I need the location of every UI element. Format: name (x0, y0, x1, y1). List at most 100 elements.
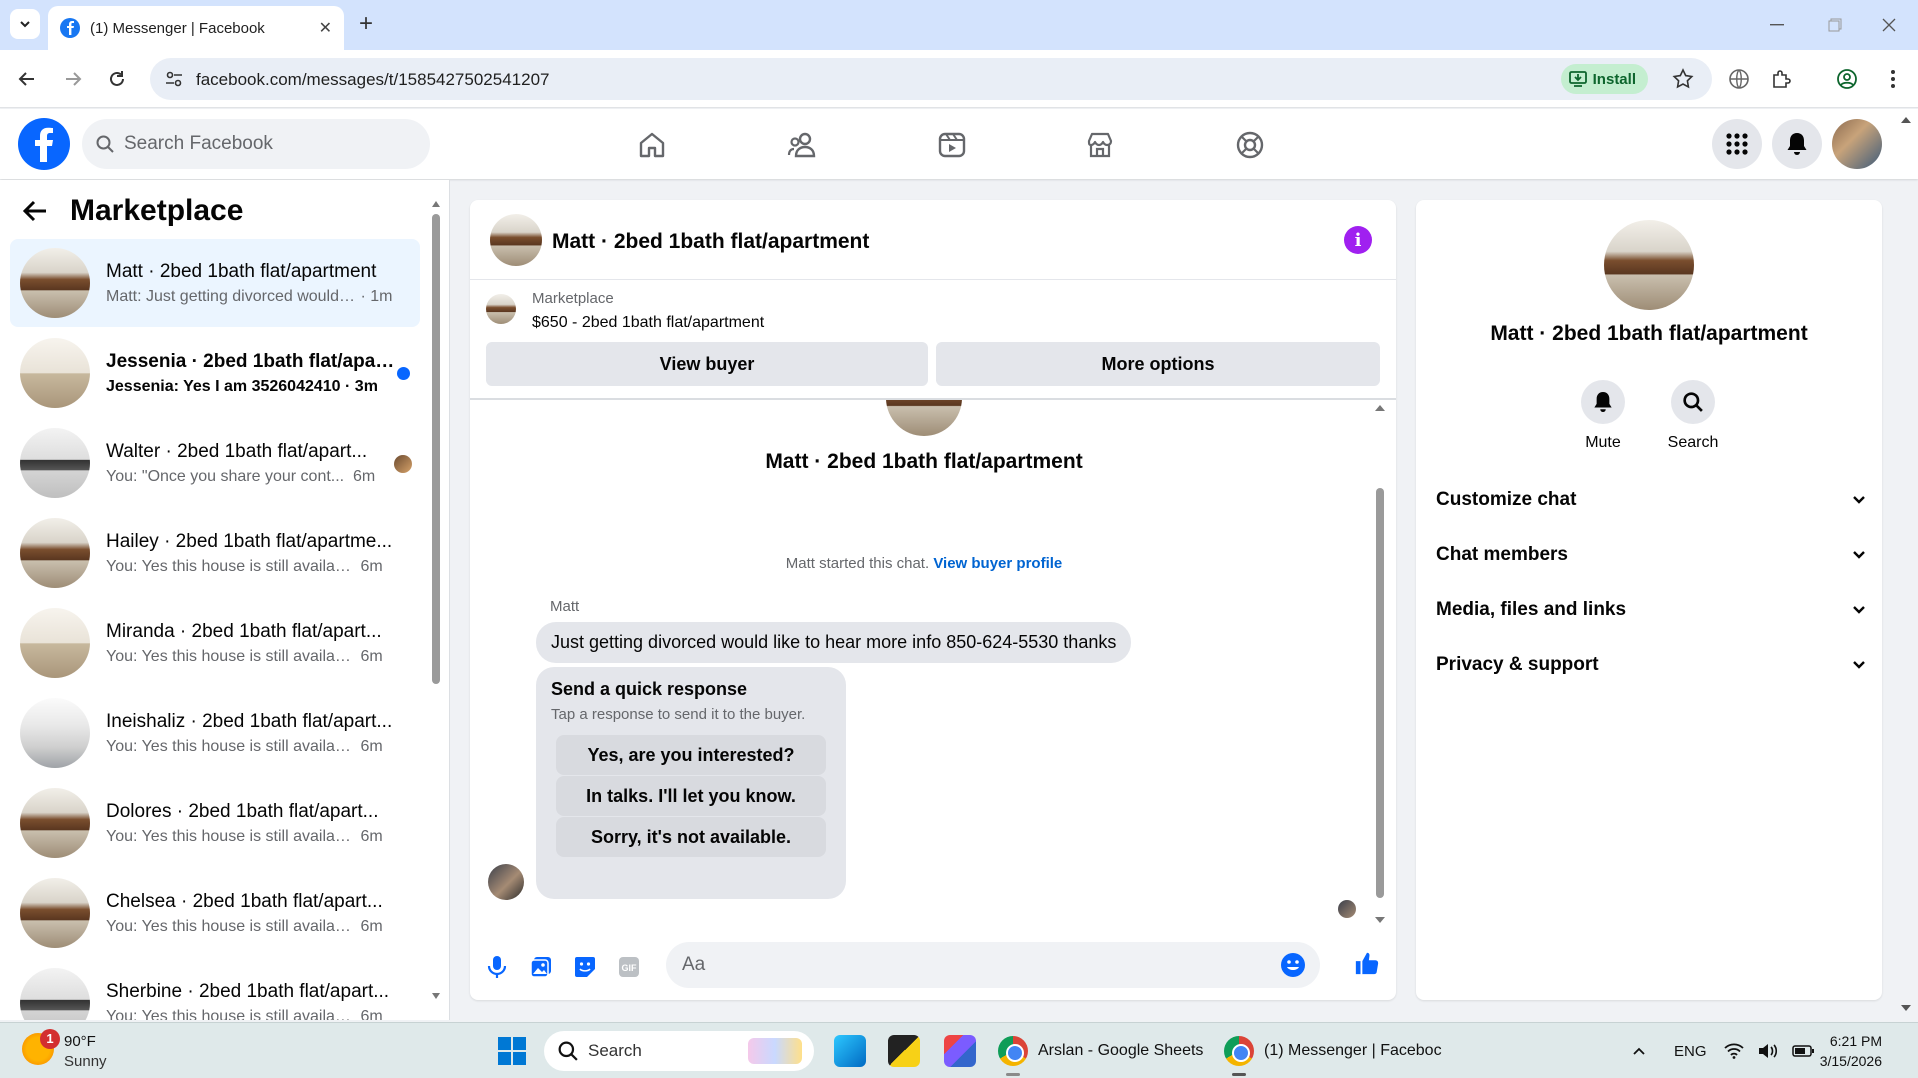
quick-response-interested[interactable]: Yes, are you interested? (556, 735, 826, 775)
chat-scrollbar[interactable] (1374, 404, 1386, 924)
conversation-item-sherbine[interactable]: Sherbine · 2bed 1bath flat/apart... You:… (10, 959, 420, 1020)
section-media-files-links[interactable]: Media, files and links (1436, 590, 1866, 630)
browser-tab[interactable]: (1) Messenger | Facebook ✕ (48, 6, 344, 50)
sidebar-scroll-thumb[interactable] (432, 214, 440, 684)
section-privacy-support[interactable]: Privacy & support (1436, 645, 1866, 685)
new-tab-button[interactable]: + (352, 10, 380, 38)
conversation-name: Ineishaliz · 2bed 1bath flat/apart... (106, 710, 393, 732)
account-avatar[interactable] (1832, 119, 1882, 169)
taskbar-app-notes[interactable] (888, 1035, 920, 1067)
menu-button[interactable] (1712, 119, 1762, 169)
start-button[interactable] (498, 1037, 526, 1065)
view-buyer-button[interactable]: View buyer (486, 342, 928, 386)
page-scroll-down-icon[interactable] (1900, 1004, 1912, 1012)
language-indicator[interactable]: ENG (1674, 1023, 1707, 1078)
friends-icon (787, 132, 816, 158)
conversation-item-ineishaliz[interactable]: Ineishaliz · 2bed 1bath flat/apart... Yo… (10, 689, 420, 777)
info-name: Matt · 2bed 1bath flat/apartment (1490, 322, 1808, 345)
more-options-button[interactable]: More options (936, 342, 1380, 386)
tab-close-icon[interactable]: ✕ (319, 18, 332, 38)
conversation-item-jessenia[interactable]: Jessenia · 2bed 1bath flat/apar... Jesse… (10, 329, 420, 417)
quick-response-not-available[interactable]: Sorry, it's not available. (556, 817, 826, 857)
chat-title[interactable]: Matt · 2bed 1bath flat/apartment (552, 230, 869, 254)
chat-panel: Matt · 2bed 1bath flat/apartment i Marke… (470, 200, 1396, 1000)
reload-icon (110, 71, 124, 86)
voice-clip-button[interactable] (484, 954, 510, 980)
restore-button[interactable] (1806, 0, 1864, 50)
quick-response-in-talks[interactable]: In talks. I'll let you know. (556, 776, 826, 816)
chat-avatar[interactable] (490, 214, 542, 266)
restore-icon (1828, 18, 1842, 32)
sticker-button[interactable] (572, 954, 598, 980)
sidebar-scrollbar[interactable] (431, 200, 441, 1000)
conversation-item-dolores[interactable]: Dolores · 2bed 1bath flat/apart... You: … (10, 779, 420, 867)
emoji-icon[interactable] (1280, 952, 1306, 978)
profile-button[interactable] (1834, 66, 1860, 92)
facebook-search-input[interactable]: Search Facebook (82, 119, 430, 169)
mute-button[interactable]: Mute (1558, 380, 1648, 452)
conversation-item-miranda[interactable]: Miranda · 2bed 1bath flat/apart... You: … (10, 599, 420, 687)
reload-button[interactable] (102, 64, 132, 94)
nav-home[interactable] (630, 123, 674, 167)
back-arrow-icon[interactable] (22, 200, 48, 222)
nav-gaming[interactable] (1228, 123, 1272, 167)
conversation-item-chelsea[interactable]: Chelsea · 2bed 1bath flat/apart... You: … (10, 869, 420, 957)
bookmark-star-icon[interactable] (1672, 68, 1694, 90)
listing-price-title[interactable]: $650 - 2bed 1bath flat/apartment (532, 314, 764, 332)
tab-search-button[interactable] (10, 9, 40, 39)
taskbar-app-snipping-tool[interactable] (944, 1035, 976, 1067)
address-bar[interactable]: facebook.com/messages/t/1585427502541207… (150, 58, 1712, 100)
send-like-button[interactable] (1354, 950, 1380, 976)
scroll-down-icon[interactable] (431, 992, 441, 1000)
volume-icon (1759, 1044, 1778, 1058)
close-window-button[interactable] (1860, 0, 1918, 50)
view-buyer-profile-link[interactable]: View buyer profile (933, 555, 1062, 572)
page-scroll-up-icon[interactable] (1900, 116, 1912, 124)
running-indicator (1006, 1073, 1020, 1076)
message-input[interactable]: Aa (666, 942, 1320, 988)
show-hidden-icons[interactable] (1632, 1023, 1646, 1078)
taskbar-app-sheets[interactable]: Arslan - Google Sheets (998, 1031, 1203, 1071)
attach-photo-button[interactable] (528, 954, 554, 980)
conversation-item-walter[interactable]: Walter · 2bed 1bath flat/apart... You: "… (10, 419, 420, 507)
section-customize-chat[interactable]: Customize chat (1436, 480, 1866, 520)
search-in-conversation-button[interactable]: Search (1648, 380, 1738, 452)
scroll-up-icon[interactable] (1374, 404, 1386, 412)
conversation-item-hailey[interactable]: Hailey · 2bed 1bath flat/apartme... You:… (10, 509, 420, 597)
nav-friends[interactable] (780, 123, 824, 167)
listing-thumbnail (20, 338, 90, 408)
listing-thumbnail (20, 248, 90, 318)
forward-button[interactable] (58, 64, 88, 94)
nav-marketplace[interactable] (1078, 123, 1122, 167)
photo-icon (530, 957, 551, 978)
conversation-title: Matt · 2bed 1bath flat/apartment (765, 450, 1083, 473)
install-app-button[interactable]: Install (1560, 64, 1648, 94)
gif-button[interactable]: GIF (616, 954, 642, 980)
system-clock[interactable]: 6:21 PM 3/15/2026 (1820, 1031, 1882, 1071)
extensions-button[interactable] (1768, 66, 1794, 92)
microphone-icon (487, 956, 507, 978)
url-text[interactable]: facebook.com/messages/t/1585427502541207 (196, 70, 549, 90)
nav-video[interactable] (930, 123, 974, 167)
facebook-logo[interactable] (18, 118, 70, 170)
taskbar-app-messenger[interactable]: (1) Messenger | Faceboc (1224, 1031, 1442, 1071)
tab-title: (1) Messenger | Facebook (90, 19, 265, 37)
section-label: Media, files and links (1436, 599, 1627, 620)
back-button[interactable] (12, 64, 42, 94)
section-chat-members[interactable]: Chat members (1436, 535, 1866, 575)
taskbar-app-sheets-label: Arslan - Google Sheets (1038, 1042, 1204, 1059)
browser-menu-button[interactable] (1880, 66, 1906, 92)
chat-scroll-thumb[interactable] (1376, 488, 1384, 898)
system-tray[interactable] (1724, 1023, 1814, 1078)
conversation-item-matt[interactable]: Matt · 2bed 1bath flat/apartment Matt: J… (10, 239, 420, 327)
chrome-icon (1224, 1036, 1254, 1066)
scroll-down-icon[interactable] (1374, 916, 1386, 924)
minimize-button[interactable] (1748, 0, 1806, 50)
taskbar-app-surfshark[interactable] (834, 1035, 866, 1067)
conversation-info-icon[interactable]: i (1344, 226, 1372, 254)
scroll-up-icon[interactable] (431, 200, 441, 208)
notifications-button[interactable] (1772, 119, 1822, 169)
translate-button[interactable] (1726, 66, 1752, 92)
site-settings-icon[interactable] (164, 69, 184, 89)
taskbar-search[interactable]: Search (544, 1031, 814, 1071)
